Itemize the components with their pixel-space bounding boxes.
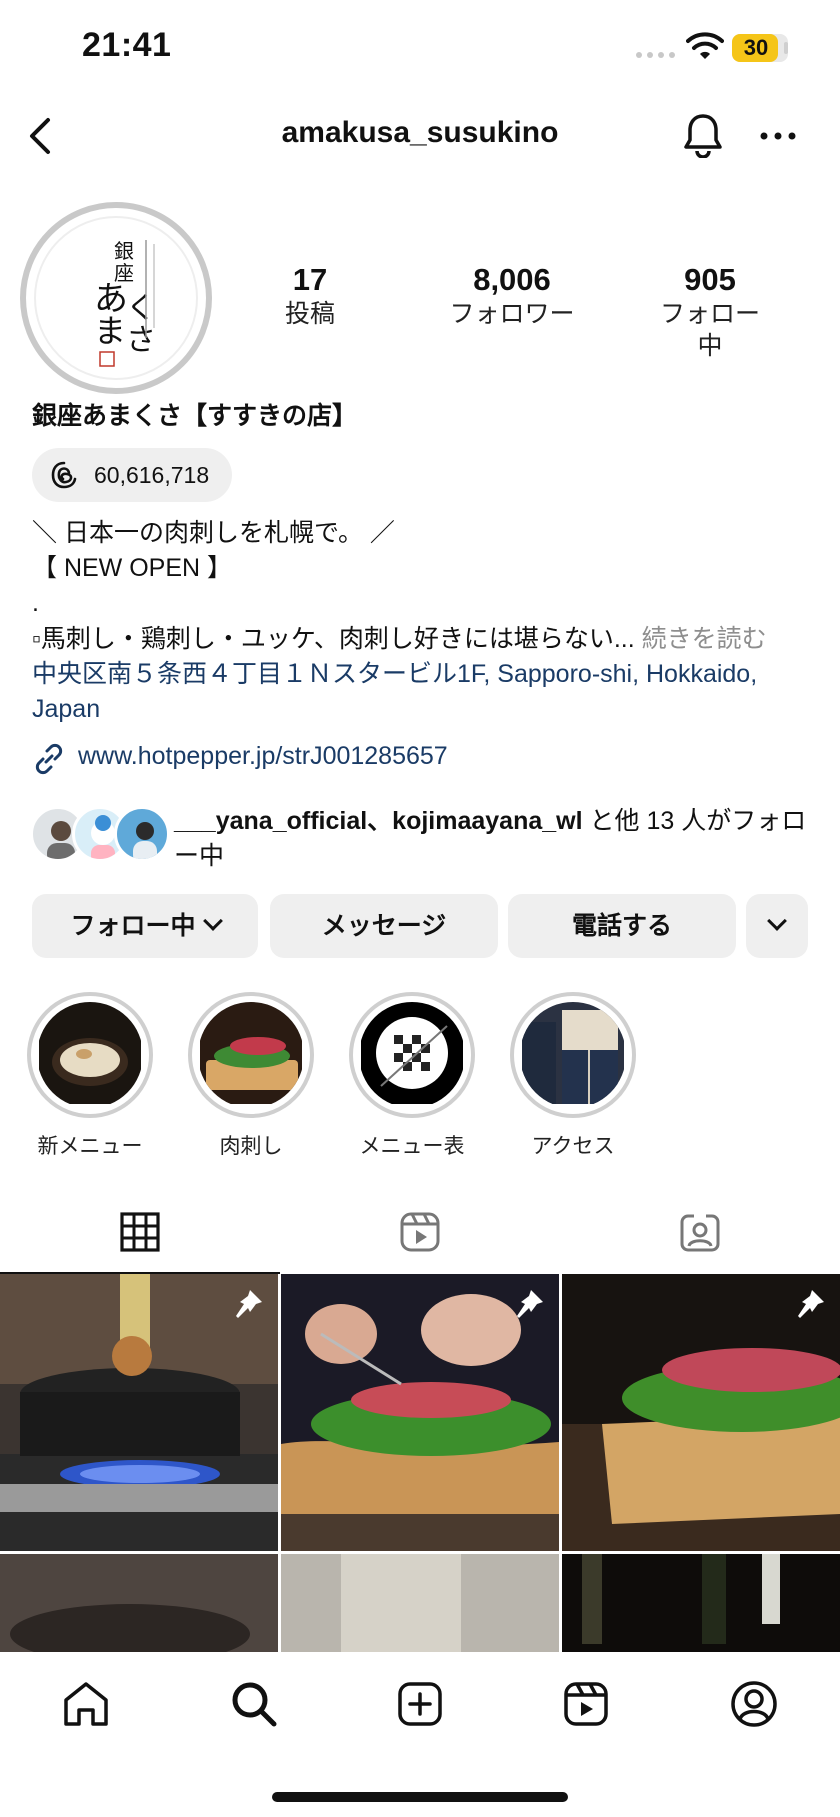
svg-text:ま: ま (94, 312, 126, 350)
home-indicator[interactable] (272, 1792, 568, 1802)
post-thumbnail[interactable] (0, 1554, 278, 1654)
highlight-label: 新メニュー (37, 1135, 143, 1158)
bio-line: . (32, 589, 39, 617)
link-icon (35, 743, 63, 775)
post-thumbnail[interactable] (0, 1274, 278, 1551)
bio-line: 【 NEW OPEN 】 (32, 554, 233, 582)
message-button[interactable]: メッセージ (270, 894, 498, 958)
highlight-item[interactable]: 肉刺し (188, 992, 314, 1160)
threads-icon (51, 461, 77, 489)
following-count: 905 (684, 262, 736, 297)
profile-tabs (0, 1194, 840, 1274)
posts-stat[interactable]: 17 投稿 (270, 262, 350, 330)
post-thumbnail[interactable] (281, 1274, 559, 1551)
grid-icon (120, 1212, 160, 1252)
tagged-icon (680, 1214, 720, 1252)
home-icon[interactable] (60, 1678, 112, 1730)
brand-logo: 銀 座 あ ま く さ (94, 239, 156, 367)
highlight-label: アクセス (531, 1135, 615, 1158)
suggested-accounts-button[interactable] (746, 894, 808, 958)
highlight-cover (359, 1002, 465, 1108)
post-thumbnail[interactable] (562, 1274, 840, 1551)
bell-icon[interactable] (682, 112, 724, 158)
threads-badge[interactable]: 60,616,718 (32, 448, 232, 502)
posts-count: 17 (292, 262, 328, 297)
chevron-down-icon (767, 911, 787, 931)
tab-reels[interactable] (280, 1194, 560, 1274)
highlight-label: メニュー表 (359, 1135, 465, 1158)
battery-icon: 30 (732, 34, 788, 62)
post-thumbnail[interactable] (562, 1554, 840, 1654)
followers-count: 8,006 (473, 262, 551, 297)
display-name: 銀座あまくさ【すすきの店】 (32, 402, 358, 430)
profile-avatar[interactable]: 銀 座 あ ま く さ (20, 202, 212, 394)
reels-nav-icon[interactable] (560, 1678, 612, 1730)
profile-header: amakusa_susukino (0, 100, 840, 172)
address-link-cont[interactable]: Japan (32, 692, 832, 727)
chevron-down-icon (202, 911, 223, 931)
tab-tagged[interactable] (560, 1194, 840, 1274)
svg-text:く: く (126, 291, 156, 326)
cellular-signal-icon (636, 52, 675, 58)
highlight-cover (37, 1002, 143, 1108)
wifi-icon (686, 32, 724, 59)
reels-icon (400, 1212, 440, 1252)
pin-icon (798, 1290, 824, 1318)
bottom-navigation (0, 1652, 840, 1817)
highlight-item[interactable]: 新メニュー (27, 992, 153, 1160)
following-button[interactable]: フォロー中 (32, 894, 258, 958)
profile-icon[interactable] (728, 1678, 780, 1730)
highlight-item[interactable]: メニュー表 (349, 992, 475, 1160)
more-icon[interactable] (758, 130, 798, 142)
pin-icon (236, 1290, 262, 1318)
threads-count: 60,616,718 (94, 462, 210, 488)
mutual-avatar (114, 806, 170, 862)
bio-text: ▫馬刺し・鶏刺し・ユッケ、肉刺し好きには堪らない... (32, 625, 635, 653)
search-icon[interactable] (228, 1678, 280, 1730)
profile-stats: 17 投稿 8,006 フォロワー 905 フォロー中 (250, 262, 840, 360)
post-thumbnail[interactable] (281, 1554, 559, 1654)
address-link[interactable]: 中央区南５条西４丁目１Ｎスタービル1F, Sapporo-shi, Hokkai… (32, 657, 832, 692)
highlight-label: 肉刺し (219, 1135, 283, 1158)
mutual-followers-text: ___yana_official、kojimaayana_wl と他 13 人が… (174, 807, 807, 870)
following-label: フォロー中 (659, 300, 760, 360)
posts-grid (0, 1274, 840, 1654)
followers-stat[interactable]: 8,006 フォロワー (442, 262, 582, 330)
status-time: 21:41 (82, 26, 172, 64)
create-icon[interactable] (394, 1678, 446, 1730)
following-stat[interactable]: 905 フォロー中 (650, 262, 770, 362)
highlight-cover (520, 1002, 626, 1108)
bio-line: ＼ 日本一の肉刺しを札幌で。 ／ (32, 519, 395, 547)
bio-line-truncated: ▫馬刺し・鶏刺し・ユッケ、肉刺し好きには堪らない... 続きを読む (32, 622, 832, 657)
website-url: www.hotpepper.jp/strJ001285657 (78, 742, 448, 770)
call-button[interactable]: 電話する (508, 894, 736, 958)
posts-label: 投稿 (284, 300, 335, 328)
read-more-link[interactable]: 続きを読む (635, 625, 767, 653)
status-bar: 21:41 30 (0, 0, 840, 100)
tab-posts[interactable] (0, 1194, 280, 1274)
highlight-cover (198, 1002, 304, 1108)
mutual-followers[interactable]: ___yana_official、kojimaayana_wl と他 13 人が… (30, 804, 830, 874)
followers-label: フォロワー (449, 300, 575, 328)
pin-icon (517, 1290, 543, 1318)
highlight-item[interactable]: アクセス (510, 992, 636, 1160)
svg-text:銀: 銀 (114, 239, 134, 263)
svg-text:さ: さ (126, 323, 156, 358)
